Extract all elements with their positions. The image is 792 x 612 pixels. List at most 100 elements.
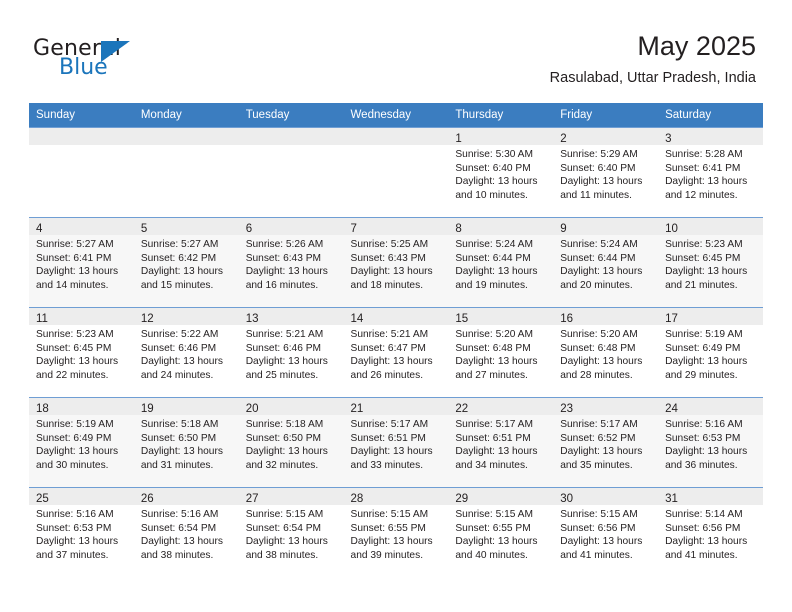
day-cell-inner: 18 Sunrise: 5:19 AM Sunset: 6:49 PM Dayligh… — [29, 397, 134, 487]
day-number: 18 — [29, 398, 134, 415]
sunset-time: Sunset: 6:40 PM — [455, 162, 531, 174]
sunrise-sunset-calendar: Sunday Monday Tuesday Wednesday Thursday… — [29, 103, 763, 577]
calendar-day-cell[interactable]: 14 Sunrise: 5:21 AM Sunset: 6:47 PM Dayligh… — [343, 307, 449, 397]
calendar-day-cell[interactable]: 3 Sunrise: 5:28 AM Sunset: 6:41 PM Daylight… — [658, 127, 763, 217]
calendar-day-cell[interactable]: 19 Sunrise: 5:18 AM Sunset: 6:50 PM Dayligh… — [133, 397, 239, 487]
day-details: Sunrise: 5:24 AM Sunset: 6:44 PM Daylight:… — [448, 235, 553, 292]
sunset-time: Sunset: 6:49 PM — [36, 432, 112, 444]
day-number: 20 — [238, 398, 344, 415]
calendar-day-cell[interactable]: 11 Sunrise: 5:23 AM Sunset: 6:45 PM Dayligh… — [29, 307, 134, 397]
calendar-day-cell[interactable]: 13 Sunrise: 5:21 AM Sunset: 6:46 PM Dayligh… — [238, 307, 344, 397]
daylight-duration-line2: and 19 minutes. — [455, 279, 528, 291]
calendar-day-cell[interactable]: 16 Sunrise: 5:20 AM Sunset: 6:48 PM Dayligh… — [553, 307, 659, 397]
daylight-duration-line2: and 34 minutes. — [455, 459, 528, 471]
day-details: Sunrise: 5:16 AM Sunset: 6:53 PM Daylight:… — [658, 415, 763, 472]
calendar-day-cell[interactable]: 31 Sunrise: 5:14 AM Sunset: 6:56 PM Dayligh… — [658, 487, 763, 577]
calendar-day-cell[interactable]: 4 Sunrise: 5:27 AM Sunset: 6:41 PM Daylight… — [29, 217, 134, 307]
sunrise-time: Sunrise: 5:21 AM — [245, 329, 324, 340]
daylight-duration-line2: and 27 minutes. — [455, 369, 528, 381]
sunset-time: Sunset: 6:41 PM — [665, 162, 741, 174]
sunrise-time: Sunrise: 5:16 AM — [36, 509, 114, 520]
weekday-header-saturday: Saturday — [658, 103, 763, 127]
day-number: 23 — [553, 398, 659, 415]
calendar-week-row: 11 Sunrise: 5:23 AM Sunset: 6:45 PM Dayligh… — [29, 307, 763, 397]
calendar-day-cell[interactable]: 15 Sunrise: 5:20 AM Sunset: 6:48 PM Dayligh… — [448, 307, 554, 397]
daylight-duration-line1: Daylight: 13 hours — [665, 266, 748, 278]
daylight-duration-line2: and 30 minutes. — [36, 459, 109, 471]
sunrise-time: Sunrise: 5:23 AM — [665, 239, 743, 250]
calendar-day-cell[interactable]: 17 Sunrise: 5:19 AM Sunset: 6:49 PM Dayligh… — [658, 307, 763, 397]
day-cell-inner: 24 Sunrise: 5:16 AM Sunset: 6:53 PM Dayligh… — [658, 397, 763, 487]
sunset-time: Sunset: 6:54 PM — [140, 522, 217, 534]
day-number — [29, 128, 134, 145]
sunrise-time: Sunrise: 5:16 AM — [665, 419, 743, 430]
calendar-day-cell[interactable]: 25 Sunrise: 5:16 AM Sunset: 6:53 PM Dayligh… — [29, 487, 134, 577]
calendar-day-cell[interactable]: 7 Sunrise: 5:25 AM Sunset: 6:43 PM Daylight… — [343, 217, 449, 307]
day-details: Sunrise: 5:15 AM Sunset: 6:55 PM Daylight:… — [344, 505, 449, 562]
day-details: Sunrise: 5:15 AM Sunset: 6:56 PM Daylight:… — [553, 505, 658, 562]
day-number: 30 — [553, 488, 659, 505]
calendar-day-cell[interactable]: 18 Sunrise: 5:19 AM Sunset: 6:49 PM Dayligh… — [29, 397, 134, 487]
calendar-day-cell[interactable]: 24 Sunrise: 5:16 AM Sunset: 6:53 PM Dayligh… — [658, 397, 763, 487]
daylight-duration-line2: and 29 minutes. — [665, 369, 738, 381]
day-cell-inner: 12 Sunrise: 5:22 AM Sunset: 6:46 PM Dayligh… — [133, 307, 239, 397]
calendar-day-cell[interactable]: 30 Sunrise: 5:15 AM Sunset: 6:56 PM Dayligh… — [553, 487, 659, 577]
calendar-cell-empty — [238, 127, 344, 217]
daylight-duration-line2: and 32 minutes. — [245, 459, 319, 471]
page-title: May 2025 — [637, 31, 756, 61]
sunrise-time: Sunrise: 5:15 AM — [350, 509, 429, 520]
day-details: Sunrise: 5:30 AM Sunset: 6:40 PM Daylight:… — [448, 145, 553, 202]
daylight-duration-line2: and 24 minutes. — [140, 369, 214, 381]
sunrise-time: Sunrise: 5:20 AM — [455, 329, 533, 340]
sunrise-time: Sunrise: 5:30 AM — [455, 149, 533, 160]
calendar-day-cell[interactable]: 2 Sunrise: 5:29 AM Sunset: 6:40 PM Daylight… — [553, 127, 659, 217]
sunrise-time: Sunrise: 5:29 AM — [560, 149, 638, 160]
day-cell-inner: 15 Sunrise: 5:20 AM Sunset: 6:48 PM Dayligh… — [448, 307, 554, 397]
calendar-day-cell[interactable]: 27 Sunrise: 5:15 AM Sunset: 6:54 PM Dayligh… — [238, 487, 344, 577]
sunrise-time: Sunrise: 5:25 AM — [350, 239, 429, 250]
day-number: 27 — [238, 488, 344, 505]
calendar-day-cell[interactable]: 12 Sunrise: 5:22 AM Sunset: 6:46 PM Dayligh… — [133, 307, 239, 397]
weekday-header-thursday: Thursday — [448, 103, 554, 127]
daylight-duration-line1: Daylight: 13 hours — [36, 536, 119, 548]
daylight-duration-line1: Daylight: 13 hours — [140, 266, 223, 278]
calendar-cell-empty — [29, 127, 134, 217]
sunset-time: Sunset: 6:47 PM — [350, 342, 426, 354]
general-blue-logo[interactable]: General Blue — [33, 36, 213, 88]
calendar-day-cell[interactable]: 5 Sunrise: 5:27 AM Sunset: 6:42 PM Daylight… — [133, 217, 239, 307]
calendar-day-cell[interactable]: 29 Sunrise: 5:15 AM Sunset: 6:55 PM Dayligh… — [448, 487, 554, 577]
calendar-day-cell[interactable]: 23 Sunrise: 5:17 AM Sunset: 6:52 PM Dayligh… — [553, 397, 659, 487]
day-number: 13 — [238, 308, 344, 325]
calendar-day-cell[interactable]: 28 Sunrise: 5:15 AM Sunset: 6:55 PM Dayligh… — [343, 487, 449, 577]
calendar-day-cell[interactable]: 9 Sunrise: 5:24 AM Sunset: 6:44 PM Daylight… — [553, 217, 659, 307]
day-details: Sunrise: 5:15 AM Sunset: 6:54 PM Daylight:… — [239, 505, 344, 562]
calendar-day-cell[interactable]: 21 Sunrise: 5:17 AM Sunset: 6:51 PM Dayligh… — [343, 397, 449, 487]
calendar-day-cell[interactable]: 10 Sunrise: 5:23 AM Sunset: 6:45 PM Dayligh… — [658, 217, 763, 307]
location-subtitle: Rasulabad, Uttar Pradesh, India — [549, 70, 756, 86]
daylight-duration-line2: and 38 minutes. — [245, 549, 319, 561]
day-number: 29 — [448, 488, 554, 505]
sunset-time: Sunset: 6:46 PM — [140, 342, 217, 354]
day-details: Sunrise: 5:17 AM Sunset: 6:52 PM Daylight:… — [553, 415, 658, 472]
calendar-day-cell[interactable]: 26 Sunrise: 5:16 AM Sunset: 6:54 PM Dayligh… — [133, 487, 239, 577]
sunrise-time: Sunrise: 5:18 AM — [140, 419, 219, 430]
calendar-body: 1 Sunrise: 5:30 AM Sunset: 6:40 PM Daylight… — [29, 127, 763, 577]
weekday-header-tuesday: Tuesday — [238, 103, 344, 127]
day-cell-inner: 23 Sunrise: 5:17 AM Sunset: 6:52 PM Dayligh… — [553, 397, 659, 487]
day-details: Sunrise: 5:22 AM Sunset: 6:46 PM Daylight:… — [134, 325, 239, 382]
calendar-day-cell[interactable]: 20 Sunrise: 5:18 AM Sunset: 6:50 PM Dayligh… — [238, 397, 344, 487]
calendar-day-cell[interactable]: 1 Sunrise: 5:30 AM Sunset: 6:40 PM Daylight… — [448, 127, 554, 217]
calendar-day-cell[interactable]: 22 Sunrise: 5:17 AM Sunset: 6:51 PM Dayligh… — [448, 397, 554, 487]
day-cell-inner: 25 Sunrise: 5:16 AM Sunset: 6:53 PM Dayligh… — [29, 487, 134, 577]
day-cell-inner: 17 Sunrise: 5:19 AM Sunset: 6:49 PM Dayligh… — [658, 307, 763, 397]
calendar-day-cell[interactable]: 6 Sunrise: 5:26 AM Sunset: 6:43 PM Daylight… — [238, 217, 344, 307]
day-details: Sunrise: 5:27 AM Sunset: 6:41 PM Daylight:… — [29, 235, 134, 292]
day-cell-inner: 30 Sunrise: 5:15 AM Sunset: 6:56 PM Dayligh… — [553, 487, 659, 577]
weekday-header-sunday: Sunday — [29, 103, 134, 127]
day-cell-inner: 9 Sunrise: 5:24 AM Sunset: 6:44 PM Daylight… — [553, 217, 659, 307]
daylight-duration-line1: Daylight: 13 hours — [140, 446, 223, 458]
calendar-day-cell[interactable]: 8 Sunrise: 5:24 AM Sunset: 6:44 PM Daylight… — [448, 217, 554, 307]
day-cell-inner: 8 Sunrise: 5:24 AM Sunset: 6:44 PM Daylight… — [448, 217, 554, 307]
sunset-time: Sunset: 6:40 PM — [560, 162, 636, 174]
day-details: Sunrise: 5:16 AM Sunset: 6:54 PM Daylight:… — [134, 505, 239, 562]
